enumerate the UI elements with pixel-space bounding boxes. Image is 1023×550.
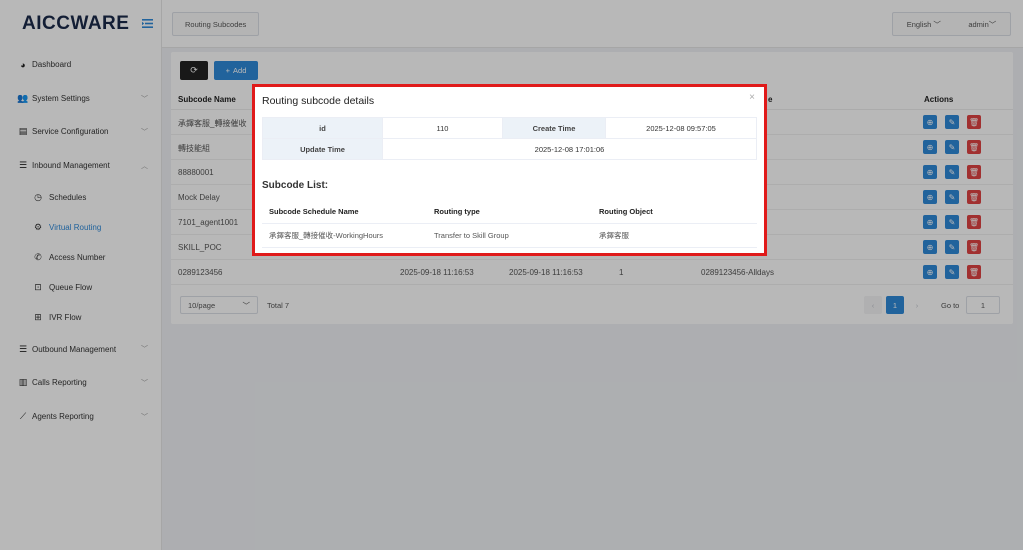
routing-subcode-details-dialog: Routing subcode details × id 110 Create … [252,84,767,256]
schedule-name-cell: 承鐸客服_轉接催收-WorkingHours [262,223,427,248]
routing-object-cell: 承鐸客服 [592,223,757,248]
routing-type-cell: Transfer to Skill Group [427,223,592,248]
id-label: id [262,117,383,139]
modal-overlay[interactable] [0,0,1023,550]
subcode-list-table: Subcode Schedule Name Routing type Routi… [262,200,757,248]
update-time-value: 2025-12-08 17:01:06 [382,138,757,160]
column-header-routing-object: Routing Object [592,200,757,224]
column-header-schedule-name: Subcode Schedule Name [262,200,427,224]
subcode-list-title: Subcode List: [262,180,329,191]
table-row: 承鐸客服_轉接催收-WorkingHours Transfer to Skill… [262,223,757,248]
create-time-value: 2025-12-08 09:57:05 [605,117,757,139]
close-icon[interactable]: × [749,92,755,103]
dialog-title: Routing subcode details [262,95,375,107]
create-time-label: Create Time [502,117,606,139]
details-table: id 110 Create Time 2025-12-08 09:57:05 U… [262,117,757,160]
id-value: 110 [382,117,503,139]
column-header-routing-type: Routing type [427,200,592,224]
update-time-label: Update Time [262,138,383,160]
